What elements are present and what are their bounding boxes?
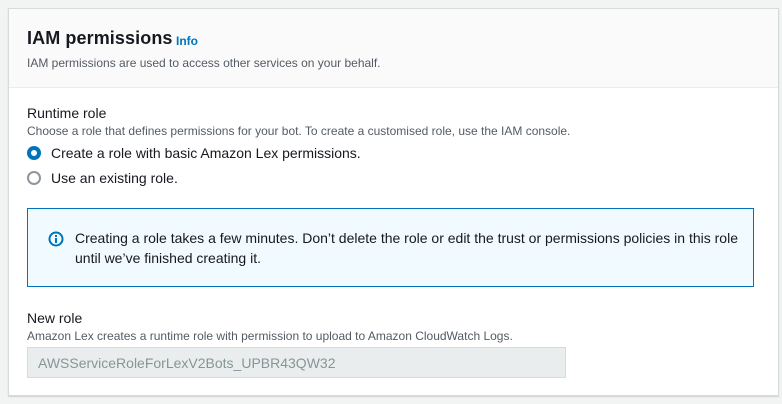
info-alert: Creating a role takes a few minutes. Don… bbox=[27, 208, 754, 287]
panel-header: IAM permissions Info IAM permissions are… bbox=[9, 9, 778, 88]
new-role-description: Amazon Lex creates a runtime role with p… bbox=[27, 329, 513, 343]
new-role-input[interactable] bbox=[27, 347, 566, 378]
runtime-role-label: Runtime role bbox=[27, 105, 107, 121]
runtime-role-description: Choose a role that defines permissions f… bbox=[27, 124, 571, 138]
panel-description: IAM permissions are used to access other… bbox=[27, 56, 381, 70]
iam-permissions-panel: IAM permissions Info IAM permissions are… bbox=[8, 8, 779, 396]
radio-existing-role[interactable]: Use an existing role. bbox=[27, 168, 178, 188]
radio-create-role-label[interactable]: Create a role with basic Amazon Lex perm… bbox=[51, 145, 361, 161]
new-role-label: New role bbox=[27, 310, 83, 326]
panel-title: IAM permissions bbox=[27, 28, 173, 48]
radio-create-role-button[interactable] bbox=[27, 146, 41, 160]
radio-existing-role-button[interactable] bbox=[27, 171, 41, 185]
alert-text: Creating a role takes a few minutes. Don… bbox=[75, 230, 738, 266]
info-circle-icon bbox=[48, 231, 64, 247]
info-link[interactable]: Info bbox=[176, 34, 198, 48]
radio-create-role[interactable]: Create a role with basic Amazon Lex perm… bbox=[27, 143, 361, 163]
radio-existing-role-label[interactable]: Use an existing role. bbox=[51, 170, 178, 186]
